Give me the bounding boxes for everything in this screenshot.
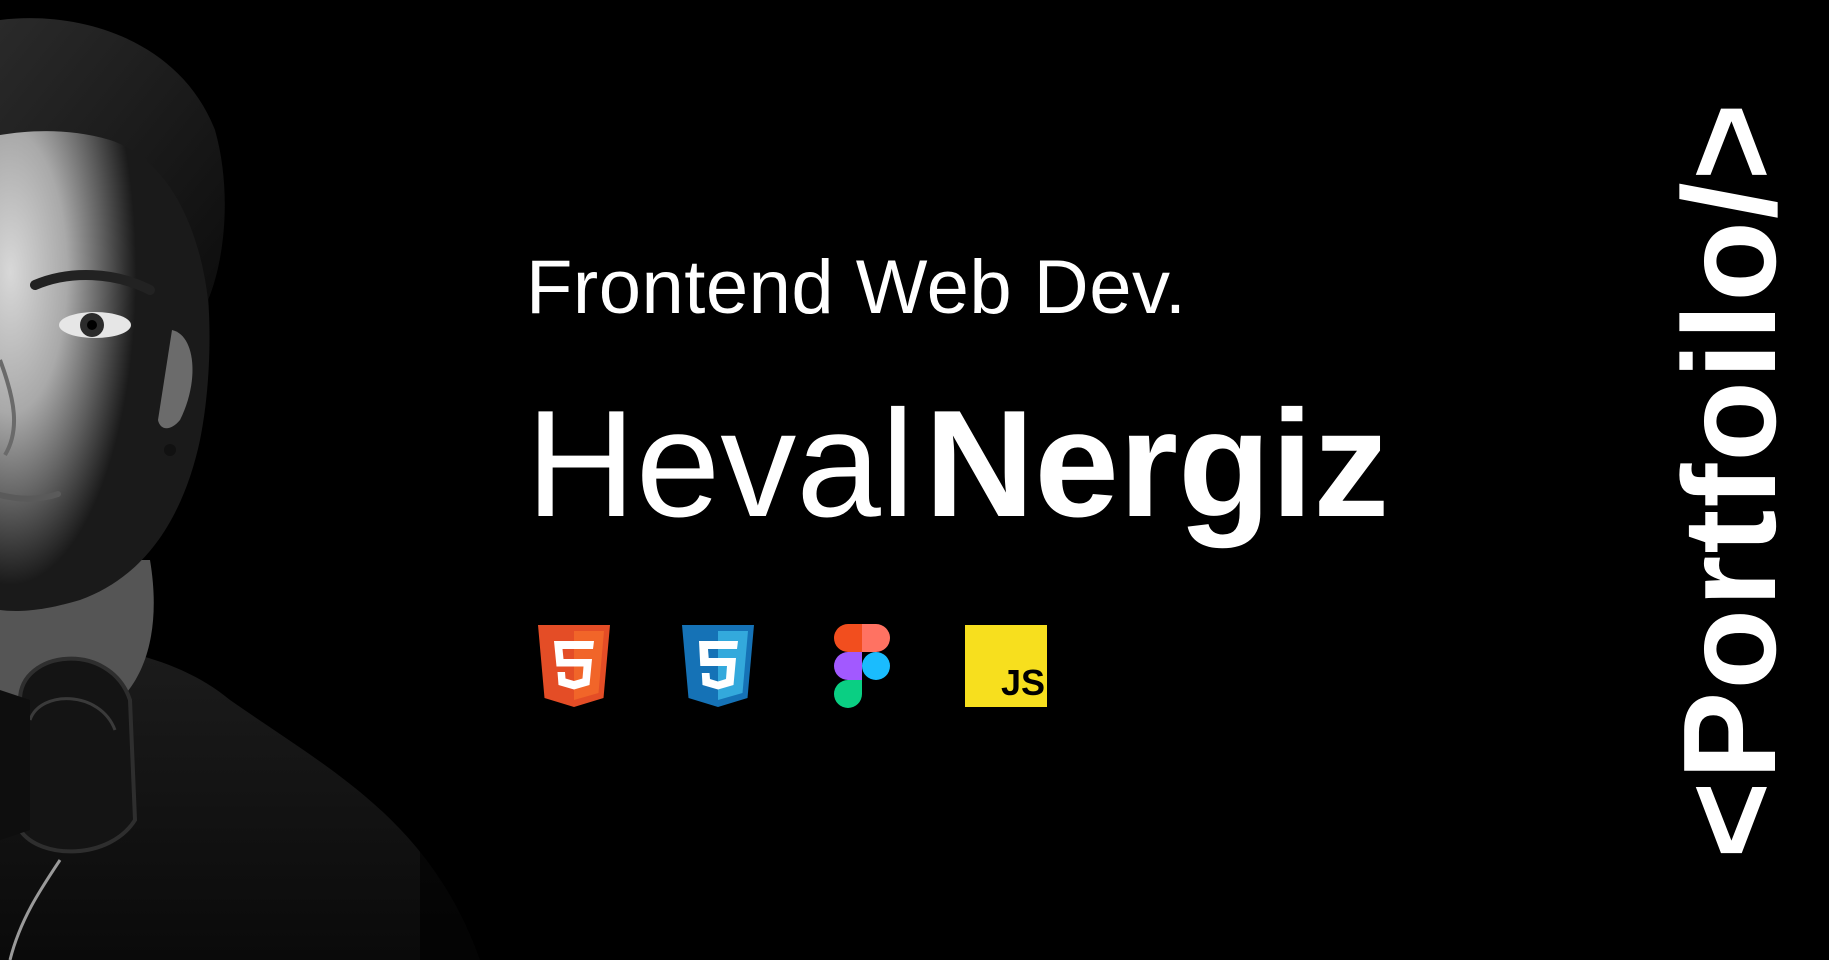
portfolio-banner: Frontend Web Dev. HevalNergiz JS <Portfo… (0, 0, 1829, 960)
portfolio-tag: <Portfoilo/> (1656, 101, 1803, 859)
html5-icon (532, 624, 616, 708)
job-title: Frontend Web Dev. (526, 245, 1187, 330)
portrait-photo (0, 0, 500, 960)
javascript-icon: JS (964, 624, 1048, 708)
tech-icons: JS (532, 624, 1108, 708)
svg-text:JS: JS (1001, 662, 1045, 703)
full-name: HevalNergiz (526, 388, 1389, 540)
last-name: Nergiz (924, 379, 1390, 549)
css3-icon (676, 624, 760, 708)
figma-icon (820, 624, 904, 708)
first-name: Heval (526, 379, 915, 549)
